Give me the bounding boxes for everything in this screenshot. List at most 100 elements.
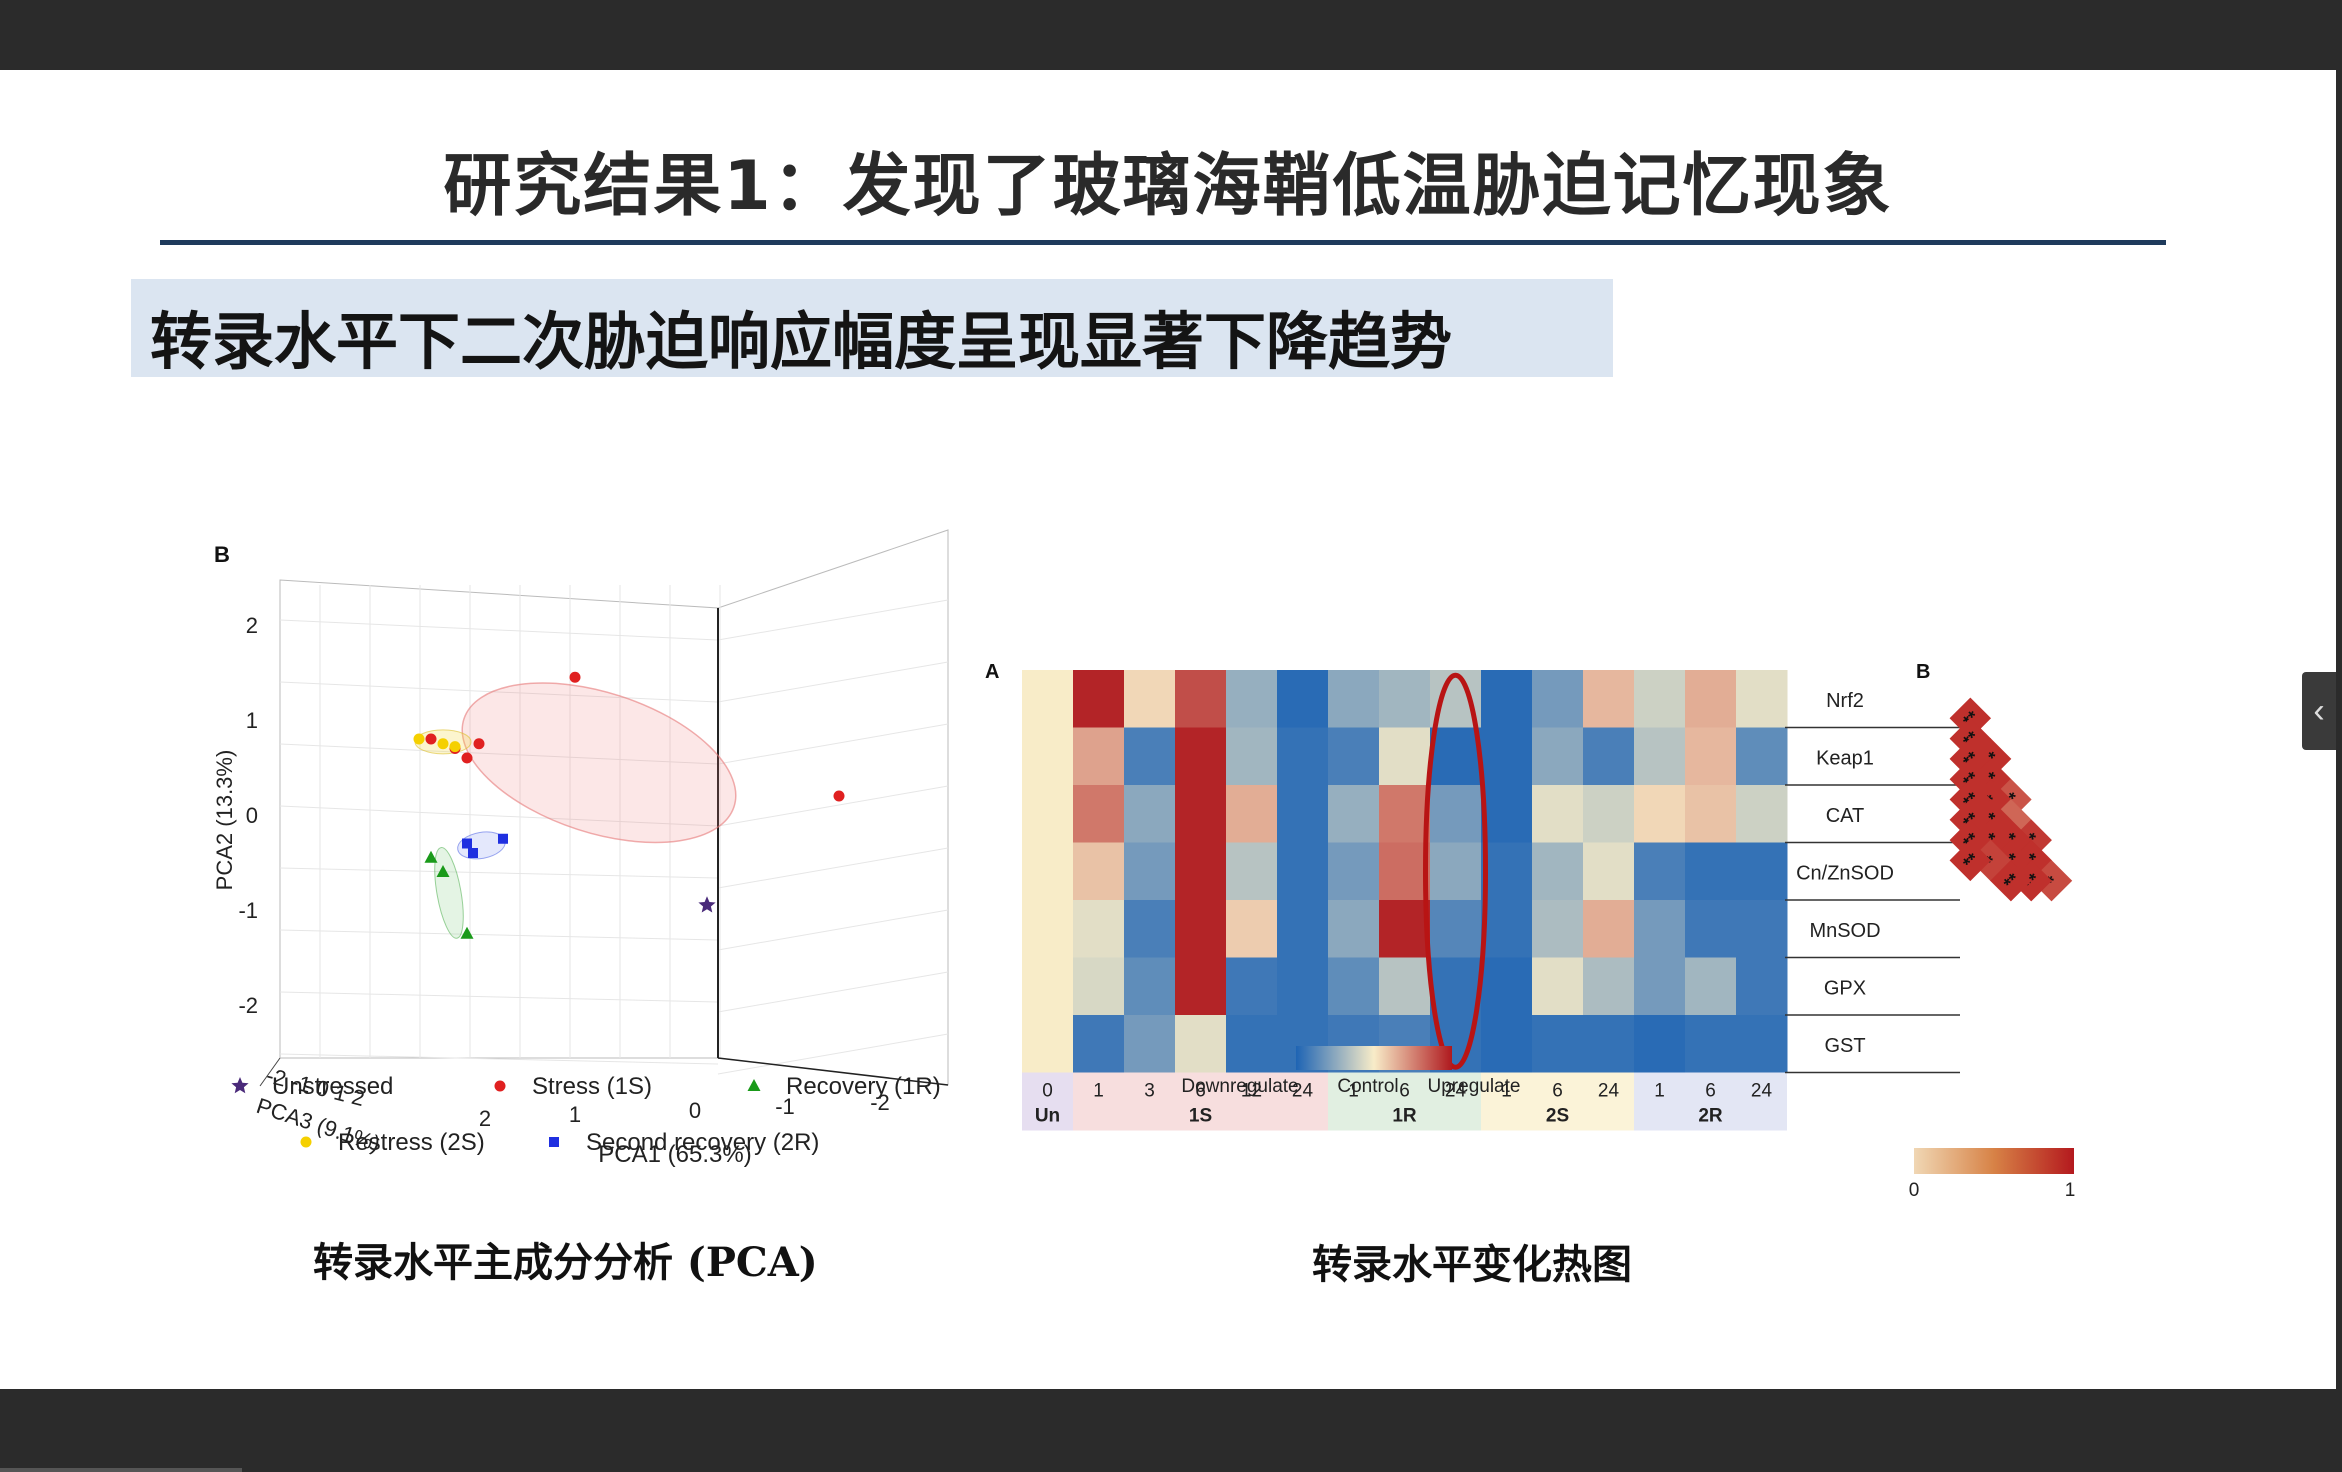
corr-scale-min: 0 — [1909, 1180, 1920, 1201]
heatmap-cell — [1277, 727, 1329, 786]
chevron-left-icon[interactable]: ‹ — [2302, 672, 2336, 750]
heatmap-cell — [1481, 727, 1533, 786]
heatmap-cell — [1022, 957, 1074, 1016]
heatmap-cell — [1022, 727, 1074, 786]
heatmap-cell — [1379, 785, 1431, 843]
heatmap-cell — [1175, 727, 1227, 786]
heatmap-cell — [1685, 785, 1737, 843]
heatmap-cell — [1532, 727, 1584, 786]
heatmap-cell — [1481, 900, 1533, 958]
viewer-right-edge — [2336, 70, 2342, 1389]
heatmap-cell — [1226, 670, 1278, 728]
legend-marker — [747, 1079, 761, 1091]
legend-marker — [549, 1137, 559, 1147]
heatmap-cell — [1328, 785, 1380, 843]
heatmap-cell — [1277, 670, 1329, 728]
time-point-label: 6 — [1705, 1081, 1716, 1102]
heatmap-cell — [1583, 900, 1635, 958]
heatmap-cell — [1532, 670, 1584, 728]
heatmap-cell — [1583, 785, 1635, 843]
heatmap-cell — [1277, 957, 1329, 1016]
heatmap-cell — [1481, 670, 1533, 728]
heatmap-cell — [1685, 727, 1737, 786]
group-label: 2R — [1698, 1106, 1723, 1127]
viewer-top-bar — [0, 0, 2342, 70]
heatmap-cell — [1073, 900, 1125, 958]
heatmap-cell — [1736, 957, 1788, 1016]
viewer-bottom-bar — [0, 1389, 2342, 1472]
scale-label-control: Control — [1337, 1076, 1398, 1097]
heatmap-cell — [1073, 842, 1125, 901]
heatmap-cell — [1124, 842, 1176, 901]
heatmap-cell — [1634, 900, 1686, 958]
heatmap-cell — [1328, 842, 1380, 901]
pca-caption: 转录水平主成分分析 (PCA) — [313, 1239, 818, 1286]
heatmap-cell — [1073, 957, 1125, 1016]
scale-label-down: Downregulate — [1181, 1076, 1298, 1097]
heatmap-cell — [1736, 842, 1788, 901]
heatmap-cell — [1685, 957, 1737, 1016]
heatmap-cell — [1379, 727, 1431, 786]
heatmap-cell — [1532, 1015, 1584, 1073]
heatmap-cell — [1073, 727, 1125, 786]
legend-marker — [231, 1077, 249, 1094]
corr-scale-bar — [1914, 1148, 2074, 1174]
pca-y-tick-label: 0 — [246, 803, 258, 828]
corr-scale-max: 1 — [2065, 1180, 2076, 1201]
gene-label: CAT — [1826, 805, 1865, 827]
corr-panel-label: B — [1916, 661, 1930, 683]
heatmap-cell — [1328, 900, 1380, 958]
heatmap-cell — [1022, 842, 1074, 901]
heatmap-cell — [1124, 1015, 1176, 1073]
heatmap-cell — [1583, 727, 1635, 786]
progress-bar — [0, 1468, 242, 1472]
legend-label: Second recovery (2R) — [586, 1129, 819, 1156]
time-point-label: 1 — [1654, 1081, 1665, 1102]
pca-panel-label: B — [214, 542, 230, 567]
heatmap-cell — [1073, 670, 1125, 728]
pca-point — [569, 671, 581, 683]
heatmap-cell — [1022, 785, 1074, 843]
heatmap-scale-bar — [1296, 1046, 1452, 1070]
heatmap-cell — [1736, 1015, 1788, 1073]
heatmap-cell — [1634, 727, 1686, 786]
heatmap-cell — [1022, 900, 1074, 958]
heatmap-cell — [1379, 957, 1431, 1016]
group-label: 1S — [1189, 1106, 1212, 1127]
heatmap-caption: 转录水平变化热图 — [1312, 1241, 1632, 1288]
correlation-cells: B***************************************… — [1916, 661, 2073, 902]
heatmap-cell — [1379, 670, 1431, 728]
presentation-slide: 研究结果1：发现了玻璃海鞘低温胁迫记忆现象 转录水平下二次胁迫响应幅度呈现显著下… — [0, 70, 2336, 1389]
pca-point — [498, 833, 508, 844]
heatmap-cell — [1226, 727, 1278, 786]
heatmap-cell — [1277, 842, 1329, 901]
pca-y-tick-label: -1 — [238, 898, 258, 923]
group-label: 1R — [1392, 1106, 1417, 1127]
heatmap-cell — [1481, 1015, 1533, 1073]
pca-point — [473, 738, 485, 750]
heatmap-cell — [1634, 670, 1686, 728]
heatmap-cell — [1328, 670, 1380, 728]
heatmap-cell — [1226, 842, 1278, 901]
heatmap-cell — [1175, 785, 1227, 843]
heatmap-cell — [1583, 957, 1635, 1016]
gene-label: Keap1 — [1816, 747, 1874, 769]
heatmap-cell — [1175, 1015, 1227, 1073]
heatmap-cell — [1685, 670, 1737, 728]
legend-marker — [494, 1080, 506, 1092]
heatmap-cell — [1736, 785, 1788, 843]
pca-x-tick-label: 1 — [569, 1102, 581, 1127]
title-underline — [160, 240, 2166, 245]
legend-label: Restress (2S) — [338, 1129, 485, 1156]
heatmap-cell — [1532, 957, 1584, 1016]
group-label: 2S — [1546, 1106, 1569, 1127]
slide-title: 研究结果1：发现了玻璃海鞘低温胁迫记忆现象 — [443, 147, 1893, 226]
gene-label: Cn/ZnSOD — [1796, 862, 1894, 884]
heatmap-cell — [1226, 785, 1278, 843]
gene-label: MnSOD — [1809, 920, 1880, 942]
slide-subtitle: 转录水平下二次胁迫响应幅度呈现显著下降趋势 — [150, 305, 1453, 378]
heatmap-cell — [1175, 900, 1227, 958]
pca-point — [413, 733, 425, 745]
heatmap-cell — [1481, 785, 1533, 843]
heatmap-cell — [1685, 842, 1737, 901]
